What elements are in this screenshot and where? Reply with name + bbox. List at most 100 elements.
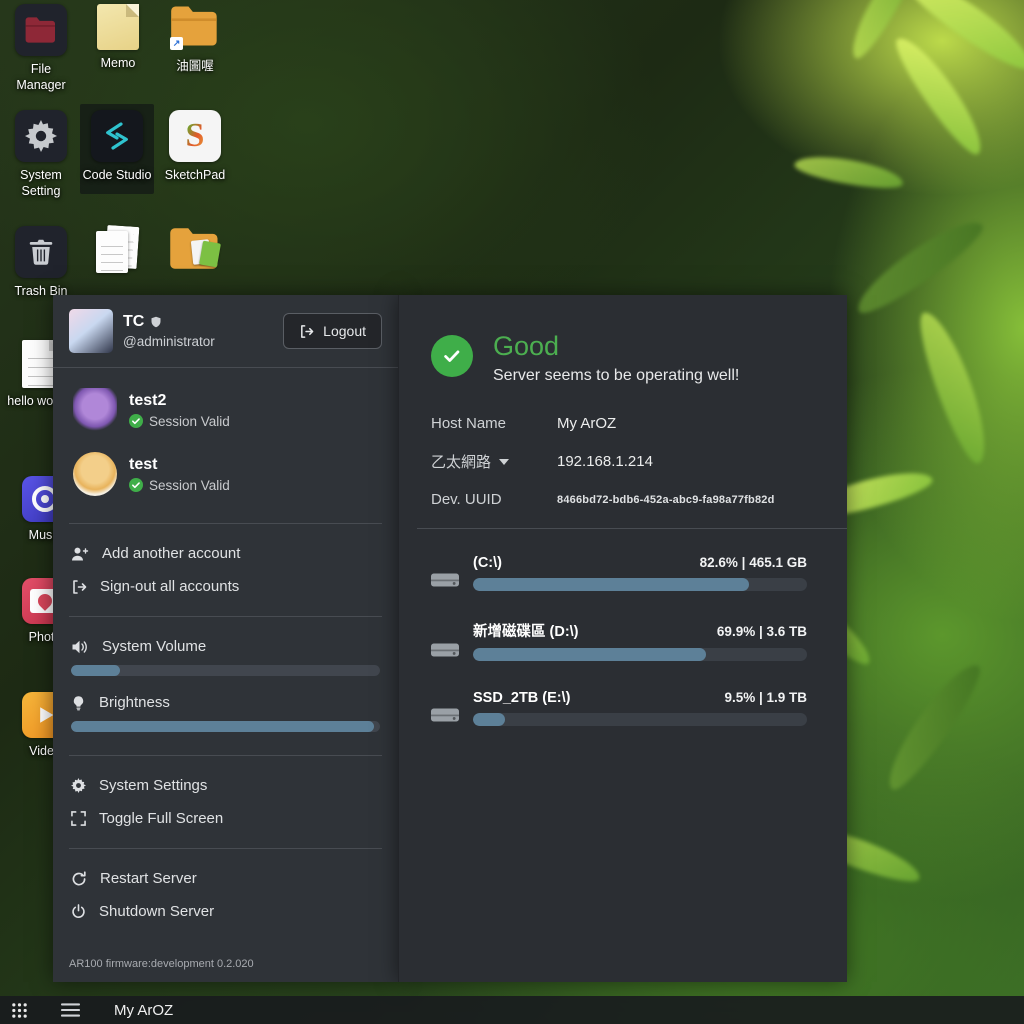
- server-status-panel: Good Server seems to be operating well! …: [398, 295, 847, 982]
- account-name: test: [129, 455, 230, 474]
- server-status: Good Server seems to be operating well!: [431, 331, 807, 385]
- shutdown-server-item[interactable]: Shutdown Server: [69, 895, 382, 928]
- desktop-icon-system-setting[interactable]: System Setting: [6, 110, 76, 199]
- shortcut-arrow-icon: ↗: [170, 37, 183, 50]
- leaf-decoration: [848, 210, 989, 322]
- gear-icon: [15, 110, 67, 162]
- trash-icon: [15, 226, 67, 278]
- disk-usage-fill: [473, 713, 505, 726]
- host-name-label: Host Name: [431, 415, 557, 432]
- disk-usage: 69.9% | 3.6 TB: [717, 624, 807, 639]
- network-interface-dropdown[interactable]: 乙太網路: [431, 451, 557, 472]
- disk-usage-fill: [473, 578, 749, 591]
- sketchpad-icon: S: [169, 110, 221, 162]
- shield-icon: [150, 316, 162, 328]
- disk-row-c: (C:\) 82.6% | 465.1 GB: [431, 555, 807, 591]
- status-title: Good: [493, 331, 739, 362]
- disk-usage-fill: [473, 648, 706, 661]
- hard-drive-icon: [431, 570, 459, 590]
- desktop-icon-trash-bin[interactable]: Trash Bin: [6, 226, 76, 300]
- person-plus-icon: [71, 546, 89, 562]
- disk-usage: 82.6% | 465.1 GB: [700, 555, 807, 570]
- desktop-icon-folder[interactable]: ↗ 油圖喔: [160, 4, 230, 75]
- hamburger-icon: [61, 1003, 80, 1017]
- host-name-value: My ArOZ: [557, 415, 616, 432]
- user-handle: @administrator: [123, 333, 215, 351]
- host-name-row: Host Name My ArOZ: [431, 415, 807, 432]
- ip-address-value: 192.168.1.214: [557, 453, 653, 470]
- file-manager-icon: [15, 4, 67, 56]
- account-row-test2[interactable]: test2 Session Valid: [73, 388, 382, 432]
- hard-drive-icon: [431, 705, 459, 725]
- brightness-slider-fill: [71, 721, 374, 732]
- document-pages-icon: [96, 226, 140, 276]
- leaf-decoration: [793, 151, 905, 194]
- divider: [69, 848, 382, 849]
- uuid-value: 8466bd72-bdb6-452a-abc9-fa98a77fb82d: [557, 494, 775, 506]
- check-circle-icon: [129, 478, 143, 492]
- divider: [69, 523, 382, 524]
- desktop-icon-folder-documents[interactable]: [160, 226, 230, 280]
- signout-icon: [71, 579, 87, 595]
- uuid-row: Dev. UUID 8466bd72-bdb6-452a-abc9-fa98a7…: [431, 491, 807, 508]
- disk-list: (C:\) 82.6% | 465.1 GB 新增磁碟區 (D:\) 69.9%…: [431, 555, 807, 726]
- grid-icon: [11, 1002, 28, 1019]
- leaf-decoration: [888, 29, 993, 161]
- memo-note-icon: [97, 4, 139, 50]
- status-message: Server seems to be operating well!: [493, 367, 739, 385]
- disk-usage-bar: [473, 648, 807, 661]
- session-status: Session Valid: [149, 414, 230, 429]
- folder-icon: ↗: [169, 4, 221, 53]
- lightbulb-icon: [71, 695, 86, 711]
- server-info: Host Name My ArOZ 乙太網路 192.168.1.214 Dev…: [431, 415, 807, 508]
- account-row-test[interactable]: test Session Valid: [73, 452, 382, 496]
- desktop-icon-label: SketchPad: [165, 168, 225, 184]
- account-name: test2: [129, 391, 230, 410]
- toggle-fullscreen-item[interactable]: Toggle Full Screen: [69, 802, 382, 835]
- system-settings-item[interactable]: System Settings: [69, 769, 382, 802]
- speaker-icon: [71, 639, 89, 655]
- signout-all-item[interactable]: Sign-out all accounts: [69, 570, 382, 603]
- chevron-down-icon: [499, 459, 509, 465]
- user-header: TC @administrator Logout: [69, 309, 382, 353]
- username: TC: [123, 312, 144, 333]
- desktop-icon-document[interactable]: [83, 226, 153, 282]
- disk-row-d: 新增磁碟區 (D:\) 69.9% | 3.6 TB: [431, 620, 807, 661]
- divider: [69, 755, 382, 756]
- add-account-item[interactable]: Add another account: [69, 537, 382, 570]
- power-icon: [71, 904, 86, 919]
- status-check-icon: [431, 335, 473, 377]
- volume-control: System Volume: [71, 634, 380, 676]
- desktop-icon-label: Code Studio: [83, 168, 152, 184]
- restart-server-item[interactable]: Restart Server: [69, 862, 382, 895]
- app-grid-button[interactable]: [11, 1002, 28, 1019]
- firmware-version: AR100 firmware:development 0.2.020: [69, 952, 382, 972]
- session-status: Session Valid: [149, 478, 230, 493]
- brightness-slider[interactable]: [71, 721, 380, 732]
- user-menu-panel: TC @administrator Logout test2 Session V…: [53, 295, 398, 982]
- desktop-icon-label: File Manager: [6, 62, 76, 93]
- taskbar-title: My ArOZ: [114, 1002, 173, 1019]
- desktop-icon-label: Memo: [101, 56, 136, 72]
- desktop-icon-file-manager[interactable]: File Manager: [6, 4, 76, 93]
- account-avatar: [73, 388, 117, 432]
- desktop-icon-label: 油圖喔: [176, 59, 214, 75]
- desktop-icon-label: System Setting: [6, 168, 76, 199]
- desktop-icon-memo[interactable]: Memo: [83, 4, 153, 72]
- menu-button[interactable]: [61, 1003, 80, 1017]
- disk-usage-bar: [473, 578, 807, 591]
- divider: [417, 528, 847, 529]
- restart-icon: [71, 871, 87, 887]
- desktop-icon-code-studio[interactable]: Code Studio: [80, 104, 154, 194]
- desktop-icon-sketchpad[interactable]: S SketchPad: [160, 110, 230, 184]
- volume-slider[interactable]: [71, 665, 380, 676]
- disk-row-e: SSD_2TB (E:\) 9.5% | 1.9 TB: [431, 690, 807, 726]
- disk-name: 新增磁碟區 (D:\): [473, 620, 579, 641]
- code-studio-icon: [91, 110, 143, 162]
- check-circle-icon: [129, 414, 143, 428]
- logout-button[interactable]: Logout: [283, 313, 382, 349]
- uuid-label: Dev. UUID: [431, 491, 557, 508]
- leaf-decoration: [877, 655, 989, 796]
- screen: File Manager Memo ↗ 油圖喔 System Setting C…: [0, 0, 1024, 1024]
- disk-usage: 9.5% | 1.9 TB: [724, 690, 807, 705]
